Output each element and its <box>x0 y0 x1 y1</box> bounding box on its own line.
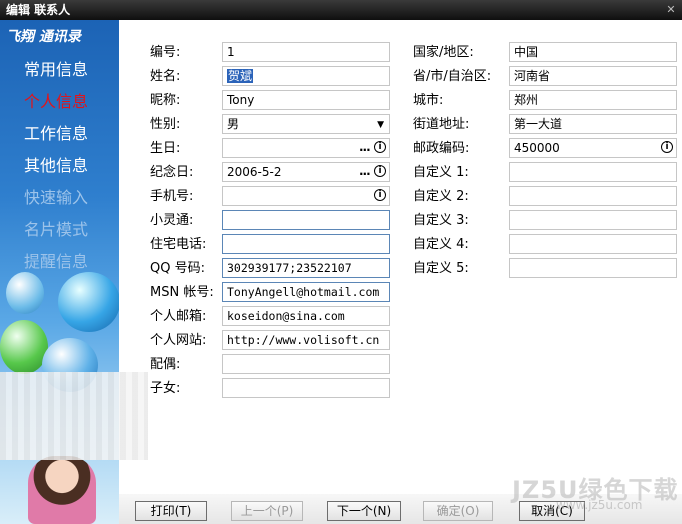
email-field[interactable]: koseidon@sina.com <box>222 306 390 326</box>
label-msn: MSN 帐号: <box>150 285 214 300</box>
next-button[interactable]: 下一个(N) <box>327 501 401 521</box>
custom-1-field[interactable] <box>509 162 677 182</box>
sidebar-item-personal-info[interactable]: 个人信息 <box>24 92 88 112</box>
sidebar-item-other-info[interactable]: 其他信息 <box>24 156 88 176</box>
label-name: 姓名: <box>150 69 181 84</box>
decorative-ball <box>6 272 44 314</box>
info-icon[interactable]: i <box>661 141 673 153</box>
label-custom-4: 自定义 4: <box>413 237 469 252</box>
postcode-field[interactable]: 450000 i <box>509 138 677 158</box>
label-mobile: 手机号: <box>150 189 194 204</box>
label-website: 个人网站: <box>150 333 207 348</box>
label-gender: 性别: <box>150 117 181 132</box>
info-icon[interactable]: i <box>374 189 386 201</box>
gender-select[interactable]: 男 ▼ <box>222 114 390 134</box>
birthday-field[interactable]: ... i <box>222 138 390 158</box>
street-field[interactable]: 第一大道 <box>509 114 677 134</box>
label-phs: 小灵通: <box>150 213 194 228</box>
watermark-url: www.jz5u.com <box>556 498 643 512</box>
app-logo: 飞翔 通讯录 <box>6 29 81 45</box>
label-nickname: 昵称: <box>150 93 181 108</box>
anniversary-field[interactable]: 2006-5-2 ... i <box>222 162 390 182</box>
custom-3-field[interactable] <box>509 210 677 230</box>
label-custom-3: 自定义 3: <box>413 213 469 228</box>
province-field[interactable]: 河南省 <box>509 66 677 86</box>
custom-4-field[interactable] <box>509 234 677 254</box>
decorative-ball <box>58 272 119 332</box>
decorative-ball <box>0 320 48 374</box>
anniversary-picker-button[interactable]: ... <box>359 163 371 180</box>
children-field[interactable] <box>222 378 390 398</box>
sidebar-item-work-info[interactable]: 工作信息 <box>24 124 88 144</box>
custom-2-field[interactable] <box>509 186 677 206</box>
sidebar-item-quick-input[interactable]: 快速输入 <box>24 188 88 208</box>
label-country: 国家/地区: <box>413 45 474 60</box>
country-field[interactable]: 中国 <box>509 42 677 62</box>
anniversary-value: 2006-5-2 <box>227 165 282 179</box>
label-children: 子女: <box>150 381 181 396</box>
label-custom-2: 自定义 2: <box>413 189 469 204</box>
home-phone-field[interactable] <box>222 234 390 254</box>
ok-button[interactable]: 确定(O) <box>423 501 493 521</box>
label-anniversary: 纪念日: <box>150 165 194 180</box>
name-value: 贺斌 <box>227 69 254 83</box>
custom-5-field[interactable] <box>509 258 677 278</box>
label-city: 城市: <box>413 93 444 108</box>
prev-button[interactable]: 上一个(P) <box>231 501 303 521</box>
postcode-value: 450000 <box>514 141 560 155</box>
nickname-field[interactable]: Tony <box>222 90 390 110</box>
label-home-phone: 住宅电话: <box>150 237 207 252</box>
mobile-field[interactable]: i <box>222 186 390 206</box>
msn-field[interactable]: TonyAngell@hotmail.com <box>222 282 390 302</box>
sidebar-item-card-mode[interactable]: 名片模式 <box>24 220 88 240</box>
chevron-down-icon[interactable]: ▼ <box>377 116 384 133</box>
label-birthday: 生日: <box>150 141 181 156</box>
label-custom-1: 自定义 1: <box>413 165 469 180</box>
label-custom-5: 自定义 5: <box>413 261 469 276</box>
info-icon[interactable]: i <box>374 141 386 153</box>
city-field[interactable]: 郑州 <box>509 90 677 110</box>
label-id: 编号: <box>150 45 181 60</box>
label-qq: QQ 号码: <box>150 261 205 276</box>
info-icon[interactable]: i <box>374 165 386 177</box>
id-field[interactable]: 1 <box>222 42 390 62</box>
website-field[interactable]: http://www.volisoft.cn <box>222 330 390 350</box>
birthday-picker-button[interactable]: ... <box>359 139 371 156</box>
close-icon[interactable]: ✕ <box>664 3 678 17</box>
blurred-region <box>0 372 148 460</box>
name-field[interactable]: 贺斌 <box>222 66 390 86</box>
label-email: 个人邮箱: <box>150 309 207 324</box>
qq-field[interactable]: 302939177;23522107 <box>222 258 390 278</box>
label-province: 省/市/自治区: <box>413 69 492 84</box>
phs-field[interactable] <box>222 210 390 230</box>
contact-form: 编号: 姓名: 昵称: 性别: 生日: 纪念日: 手机号: 小灵通: 住宅电话:… <box>119 20 682 524</box>
label-postcode: 邮政编码: <box>413 141 470 156</box>
gender-value: 男 <box>227 117 240 131</box>
illustration-girl <box>28 456 96 524</box>
window-title: 编辑 联系人 <box>6 3 71 17</box>
label-street: 街道地址: <box>413 117 470 132</box>
spouse-field[interactable] <box>222 354 390 374</box>
label-spouse: 配偶: <box>150 357 181 372</box>
title-bar: 编辑 联系人 ✕ <box>0 0 682 20</box>
sidebar-item-common-info[interactable]: 常用信息 <box>24 60 88 80</box>
print-button[interactable]: 打印(T) <box>135 501 207 521</box>
sidebar-item-reminder-info[interactable]: 提醒信息 <box>24 252 88 272</box>
